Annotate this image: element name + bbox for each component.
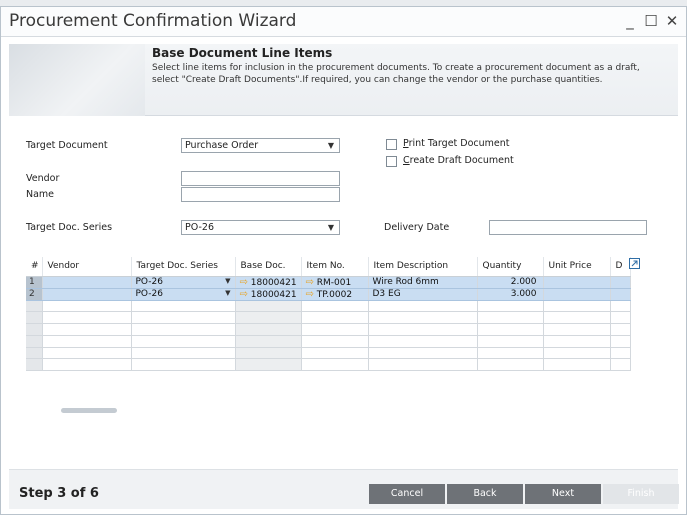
maximize-button[interactable]: ☐ — [642, 12, 660, 30]
wizard-header: Base Document Line Items Select line ite… — [9, 44, 678, 116]
column-header-quantity[interactable]: Quantity — [477, 257, 544, 277]
empty-row — [26, 300, 631, 313]
column-header-target-doc-series[interactable]: Target Doc. Series — [131, 257, 236, 277]
vendor-cell[interactable] — [42, 288, 132, 301]
quantity-cell[interactable]: 2.000 — [477, 276, 544, 289]
unit-price-cell[interactable] — [543, 276, 611, 289]
minimize-button[interactable]: _ — [621, 12, 639, 30]
empty-row — [26, 335, 631, 348]
step-indicator: Step 3 of 6 — [19, 486, 99, 501]
expand-grid-icon[interactable] — [629, 258, 640, 272]
step-heading: Base Document Line Items — [152, 46, 333, 60]
delivery-date-input[interactable] — [489, 220, 647, 235]
item-no-cell: ⇨ TP.0002 — [301, 288, 369, 301]
item-no-cell: ⇨ RM-001 — [301, 276, 369, 289]
base-doc-cell: ⇨ 18000421 — [235, 288, 302, 301]
vendor-cell[interactable] — [42, 276, 132, 289]
series-cell[interactable]: PO-26 ▼ — [131, 288, 236, 301]
delivery-date-label: Delivery Date — [384, 222, 450, 233]
next-button[interactable]: Next — [525, 484, 601, 504]
link-arrow-icon[interactable]: ⇨ — [240, 277, 248, 288]
column-header-base-doc[interactable]: Base Doc. — [235, 257, 302, 277]
column-header-d[interactable]: D — [610, 257, 631, 277]
unit-price-cell[interactable] — [543, 288, 611, 301]
wizard-footer: Step 3 of 6 Cancel Back Next Finish — [9, 469, 679, 509]
column-header-item-description[interactable]: Item Description — [368, 257, 478, 277]
chevron-down-icon: ▼ — [327, 141, 334, 150]
d-cell — [610, 276, 631, 289]
d-cell — [610, 288, 631, 301]
create-draft-checkbox[interactable] — [386, 156, 397, 167]
vendor-input[interactable] — [181, 171, 340, 186]
target-document-dropdown[interactable]: Purchase Order ▼ — [181, 138, 340, 153]
target-document-value: Purchase Order — [185, 140, 259, 151]
line-items-grid: # Vendor Target Doc. Series Base Doc. It… — [26, 257, 631, 372]
close-button[interactable]: ✕ — [663, 12, 681, 30]
base-doc-cell: ⇨ 18000421 — [235, 276, 302, 289]
empty-row — [26, 323, 631, 336]
item-description-cell: D3 EG — [368, 288, 478, 301]
series-cell[interactable]: PO-26 ▼ — [131, 276, 236, 289]
cancel-button[interactable]: Cancel — [369, 484, 445, 504]
horizontal-scrollbar[interactable] — [61, 408, 117, 413]
print-target-label: Print Target Document — [403, 138, 510, 149]
create-draft-label: Create Draft Document — [403, 155, 514, 166]
target-doc-series-label: Target Doc. Series — [26, 222, 113, 233]
quantity-cell[interactable]: 3.000 — [477, 288, 544, 301]
column-header-unit-price[interactable]: Unit Price — [543, 257, 611, 277]
link-arrow-icon[interactable]: ⇨ — [306, 277, 314, 288]
empty-row — [26, 358, 631, 372]
empty-row — [26, 311, 631, 325]
column-header-item-no[interactable]: Item No. — [301, 257, 369, 277]
title-bar: Procurement Confirmation Wizard _ ☐ ✕ — [1, 7, 686, 37]
link-arrow-icon[interactable]: ⇨ — [306, 289, 314, 300]
empty-row — [26, 347, 631, 360]
wizard-window: Procurement Confirmation Wizard _ ☐ ✕ Ba… — [0, 6, 687, 515]
table-row[interactable]: 1 PO-26 ▼ ⇨ 18000421 ⇨ RM-001 Wire Rod 6m… — [26, 276, 631, 289]
finish-button[interactable]: Finish — [603, 484, 679, 504]
target-doc-series-value: PO-26 — [185, 222, 214, 233]
print-target-checkbox[interactable] — [386, 139, 397, 150]
chevron-down-icon[interactable]: ▼ — [225, 289, 230, 297]
step-description: Select line items for inclusion in the p… — [152, 63, 640, 85]
header-banner-image — [9, 44, 145, 116]
row-number[interactable]: 1 — [26, 276, 43, 289]
target-doc-series-dropdown[interactable]: PO-26 ▼ — [181, 220, 340, 235]
item-description-cell: Wire Rod 6mm — [368, 276, 478, 289]
vendor-label: Vendor — [26, 173, 60, 184]
window-title: Procurement Confirmation Wizard — [9, 11, 297, 31]
grid-header-row: # Vendor Target Doc. Series Base Doc. It… — [26, 257, 631, 277]
column-header-number[interactable]: # — [26, 257, 43, 277]
table-row[interactable]: 2 PO-26 ▼ ⇨ 18000421 ⇨ TP.0002 D3 EG 3.00… — [26, 288, 631, 301]
back-button[interactable]: Back — [447, 484, 523, 504]
name-label: Name — [26, 189, 55, 200]
link-arrow-icon[interactable]: ⇨ — [240, 289, 248, 300]
chevron-down-icon: ▼ — [327, 223, 334, 232]
row-number[interactable]: 2 — [26, 288, 43, 301]
target-document-label: Target Document — [26, 140, 108, 151]
chevron-down-icon[interactable]: ▼ — [225, 277, 230, 285]
name-input[interactable] — [181, 187, 340, 202]
column-header-vendor[interactable]: Vendor — [42, 257, 132, 277]
